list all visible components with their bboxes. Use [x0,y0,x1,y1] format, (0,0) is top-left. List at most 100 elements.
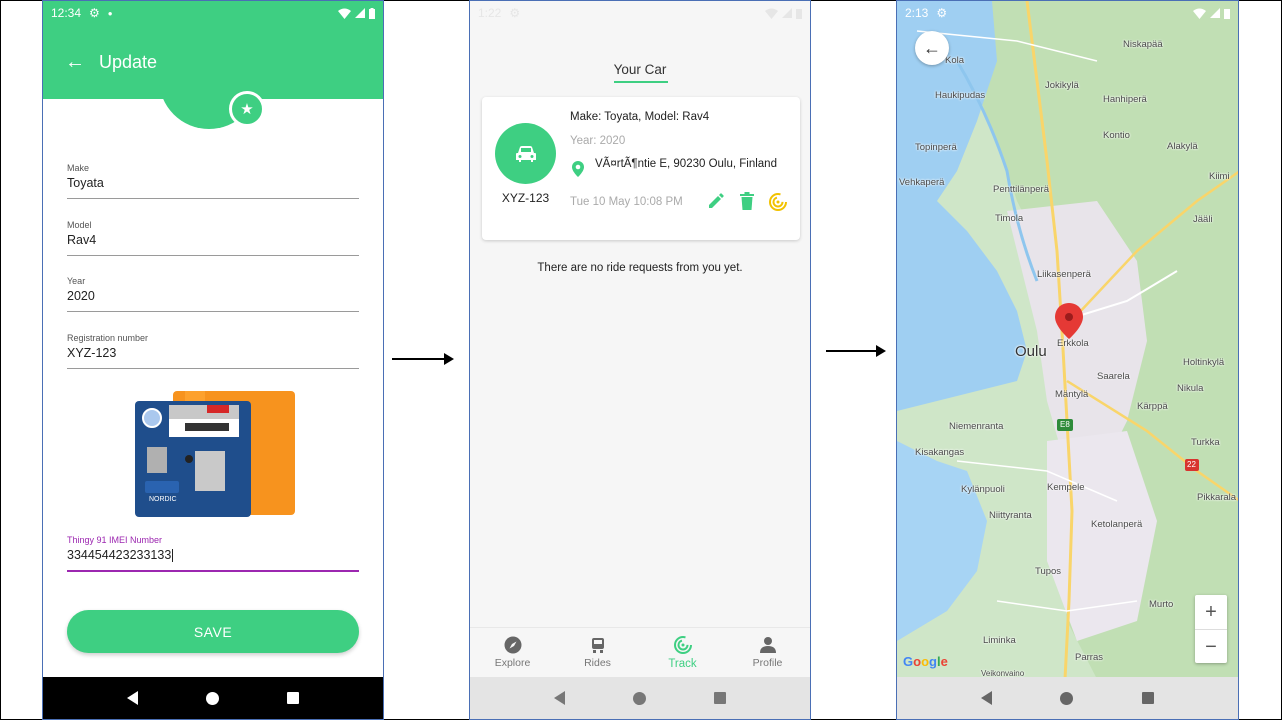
back-arrow-icon[interactable]: ← [65,52,85,72]
registration-field[interactable]: Registration number XYZ-123 [67,333,359,369]
place-label: Kiimi [1209,171,1230,182]
nav-home-icon[interactable] [633,691,646,705]
place-label: Turkka [1191,437,1220,448]
android-nav-bar [43,677,383,719]
place-label: Kempele [1047,482,1085,493]
model-label: Model [67,220,92,230]
person-icon [759,637,776,653]
nav-home-icon[interactable] [206,691,219,705]
wifi-icon [338,8,351,19]
place-label: Pikkarala [1197,492,1237,503]
zoom-out-button[interactable]: − [1195,630,1227,664]
signal-icon [355,8,365,18]
year-value: 2020 [67,289,95,303]
flow-arrow-2 [826,345,886,357]
make-model-text: Make: Toyata, Model: Rav4 [570,111,710,123]
update-car-screen: 12:34 ⚙ ● ← Update Your Car ★ Make Toyat… [42,0,384,720]
place-label: Penttilänperä [993,184,1049,195]
place-label: Haukipudas [935,90,986,101]
nav-home-icon[interactable] [1060,691,1074,705]
datetime-text: Tue 10 May 10:08 PM [570,196,683,208]
tab-rides[interactable]: Rides [555,628,640,677]
make-field[interactable]: Make Toyata [67,163,359,199]
car-card[interactable]: XYZ-123 Make: Toyata, Model: Rav4 Year: … [482,97,800,240]
place-label: Veikonvaino [981,669,1025,678]
battery-icon [369,7,375,19]
edit-icon[interactable] [707,192,725,210]
tab-explore[interactable]: Explore [470,628,555,677]
place-label: Nikula [1177,383,1204,394]
nav-recent-icon[interactable] [287,692,299,704]
status-bar: 2:13 ⚙ [897,1,1238,25]
your-car-screen: 1:22 ⚙ Your Car XYZ-123 Make: Toyata, Mo… [469,0,811,720]
save-button[interactable]: SAVE [67,610,359,653]
empty-rides-message: There are no ride requests from you yet. [537,262,743,274]
status-time: 12:34 [51,6,82,20]
settings-status-icon: ⚙ [509,6,521,20]
place-label: Murto [1149,599,1174,610]
year-field[interactable]: Year 2020 [67,276,359,312]
battery-icon [796,8,802,19]
tab-track[interactable]: Track [640,628,725,677]
registration-label: Registration number [67,333,149,343]
place-label: Liminka [983,635,1016,646]
nav-back-icon[interactable] [127,691,138,705]
place-label: Topinperä [915,142,957,153]
delete-icon[interactable] [739,192,755,210]
place-label: Liikasenperä [1037,269,1091,280]
wifi-icon [1193,8,1206,19]
thingy91-device-image: NORDIC [135,391,295,517]
place-label: Kärppä [1137,401,1168,412]
place-label: Ketolanperä [1091,519,1143,530]
map-back-button[interactable]: ← [915,31,949,65]
tab-profile-label: Profile [752,657,783,669]
place-label: Parras [1075,652,1103,663]
year-text: Year: 2020 [570,135,626,147]
place-label: Jokikylä [1045,80,1079,91]
imei-value: 334454423233133 [67,548,172,562]
status-bar: 12:34 ⚙ ● [43,1,383,25]
plate-number: XYZ-123 [501,191,550,205]
location-text: VÃ¤rtÃ¶ntie E, 90230 Oulu, Finland [595,158,777,170]
place-label: Kola [945,55,965,66]
back-arrow-icon: ← [923,37,941,58]
status-bar: 1:22 ⚙ [470,1,810,25]
place-label: Erkkola [1057,338,1089,349]
zoom-in-button[interactable]: + [1195,595,1227,629]
model-field[interactable]: Model Rav4 [67,220,359,256]
place-label: Niemenranta [949,421,1004,432]
signal-icon [782,8,792,18]
tab-profile[interactable]: Profile [725,628,810,677]
star-icon[interactable]: ★ [229,91,265,127]
wifi-icon [765,8,778,19]
car-icon [515,145,536,162]
track-icon[interactable] [768,192,788,212]
android-nav-bar [470,677,810,719]
place-label: Holtinkylä [1183,357,1225,368]
dot-status-icon: ● [107,8,113,18]
nav-back-icon[interactable] [981,691,993,705]
battery-icon [1224,8,1230,19]
status-time: 1:22 [478,6,502,20]
page-title: Your Car [613,62,667,77]
place-label: Alakylä [1167,141,1198,152]
place-label: Saarela [1097,371,1130,382]
nav-recent-icon[interactable] [714,692,726,704]
track-tab-icon [673,636,692,654]
car-front-icon [591,638,604,653]
nav-back-icon[interactable] [554,691,565,705]
year-label: Year [67,276,86,286]
zoom-controls: + − [1195,595,1227,663]
city-label: Oulu [1015,343,1047,360]
compass-icon [504,636,521,654]
place-label: Niittyranta [989,510,1032,521]
bottom-tab-bar: Explore Rides Track Profile [470,627,810,677]
nav-recent-icon[interactable] [1141,692,1154,704]
place-label: Kisakangas [915,447,965,458]
device-brand: NORDIC [149,496,177,503]
text-cursor [172,549,174,563]
settings-status-icon: ⚙ [89,6,100,20]
android-nav-bar [897,677,1238,719]
imei-field[interactable]: Thingy 91 IMEI Number 334454423233133 [67,535,359,573]
tab-rides-label: Rides [584,657,611,669]
